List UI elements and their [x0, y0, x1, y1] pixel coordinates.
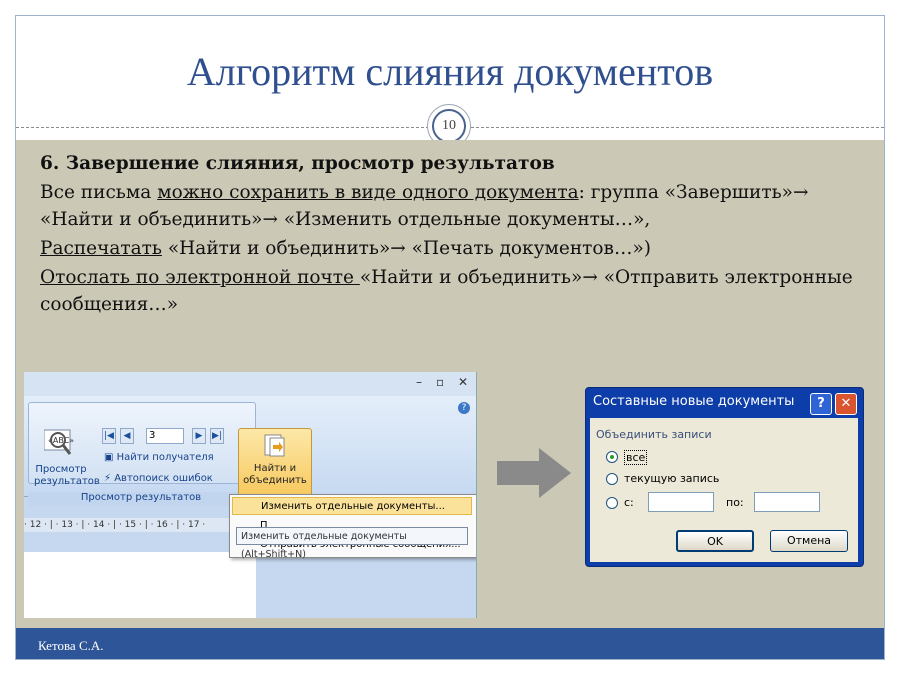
check-icon: ⚡: [104, 473, 115, 484]
find-recipient-label: Найти получателя: [116, 452, 214, 463]
menu-item-edit-documents[interactable]: Изменить отдельные документы...: [232, 497, 472, 515]
preview-results-button[interactable]: Просмотр результатов: [34, 464, 100, 488]
underlined-print: Распечатать: [40, 238, 162, 259]
shortcut-tooltip: Изменить отдельные документы (Alt+Shift+…: [236, 527, 468, 560]
preview-label-line1: Просмотр: [35, 464, 87, 475]
dialog-title: Составные новые документы: [593, 394, 795, 409]
option-from-label: с:: [624, 496, 634, 509]
record-number-input[interactable]: 3: [146, 428, 184, 444]
slide-title: Алгоритм слияния документов: [186, 49, 714, 94]
to-label: по:: [726, 496, 744, 509]
document-merge-icon: [264, 434, 285, 457]
ruler: · 12 · | · 13 · | · 14 · | · 15 · | · 16…: [24, 518, 244, 532]
arrow-right-icon: [497, 448, 571, 498]
slide-text: 6. Завершение слияния, просмотр результа…: [40, 150, 860, 320]
auto-check-button[interactable]: ⚡ Автопоиск ошибок: [104, 473, 213, 484]
preview-label-line2: результатов: [34, 476, 100, 487]
merge-records-group-label: Объединить записи: [596, 428, 712, 441]
next-record-icon[interactable]: ▶: [192, 428, 206, 444]
radio-from[interactable]: [606, 497, 618, 509]
help-icon[interactable]: ?: [458, 402, 470, 414]
maximize-icon[interactable]: ▫: [436, 375, 444, 389]
paragraph-email: Отослать по электронной почте «Найти и о…: [40, 264, 860, 318]
last-record-icon[interactable]: ▶|: [210, 428, 224, 444]
underlined-email: Отослать по электронной почте: [40, 267, 360, 288]
magnifier-icon: «ABC»: [44, 429, 74, 455]
find-recipient-button[interactable]: ▣ Найти получателя: [104, 452, 214, 463]
footer-bar: [16, 628, 884, 659]
page-number: 10: [432, 109, 466, 143]
ok-button[interactable]: OK: [676, 530, 754, 552]
dialog-body: Объединить записи все текущую запись с: …: [590, 418, 858, 562]
paragraph-print: Распечатать «Найти и объединить»→ «Печат…: [40, 235, 860, 262]
ribbon-screenshot: – ▫ ✕ ? «ABC» Просмотр результатов |◀ ◀ …: [24, 372, 477, 618]
text-fragment: «Найти и объединить»→ «Печать документов…: [161, 238, 652, 259]
group-label: Просмотр результатов: [28, 492, 254, 506]
help-button[interactable]: ?: [810, 393, 832, 415]
minimize-icon[interactable]: –: [416, 375, 422, 389]
radio-all[interactable]: [606, 451, 618, 463]
from-field[interactable]: [648, 492, 714, 512]
window-titlebar: – ▫ ✕: [24, 372, 476, 396]
cancel-button[interactable]: Отмена: [770, 530, 848, 552]
merge-dialog: Составные новые документы ? ✕ Объединить…: [585, 387, 864, 567]
prev-record-icon[interactable]: ◀: [120, 428, 134, 444]
option-all-label: все: [624, 450, 648, 465]
finish-merge-button[interactable]: Найти и объединить: [238, 428, 312, 498]
document-page: [24, 552, 256, 618]
auto-check-label: Автопоиск ошибок: [114, 473, 213, 484]
finish-label: Найти и объединить: [239, 463, 311, 487]
close-button[interactable]: ✕: [835, 393, 857, 415]
to-field[interactable]: [754, 492, 820, 512]
paragraph-save: Все письма можно сохранить в виде одного…: [40, 179, 860, 233]
section-heading: 6. Завершение слияния, просмотр результа…: [40, 153, 555, 174]
finish-label-line2: объединить: [243, 475, 307, 486]
first-record-icon[interactable]: |◀: [102, 428, 116, 444]
underlined-save: можно сохранить в виде одного документа: [157, 182, 579, 203]
finish-label-line1: Найти и: [253, 463, 297, 474]
text-fragment: Все письма: [40, 182, 158, 203]
footer-author: Кетова С.А.: [38, 638, 104, 653]
close-icon[interactable]: ✕: [458, 375, 468, 389]
radio-current[interactable]: [606, 473, 618, 485]
find-icon: ▣: [104, 452, 117, 463]
option-current-label: текущую запись: [624, 472, 720, 485]
